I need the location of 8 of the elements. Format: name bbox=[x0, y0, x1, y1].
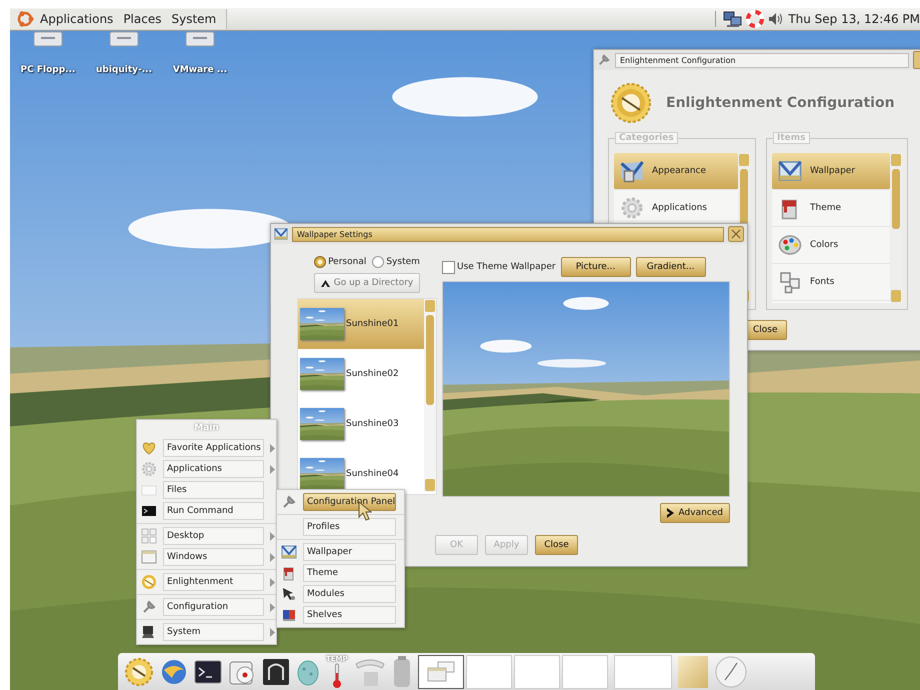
network-icon[interactable] bbox=[723, 10, 744, 28]
panel-menu[interactable]: Applications bbox=[36, 12, 118, 26]
ring-logo-icon bbox=[16, 10, 34, 28]
panel-menu[interactable]: Places bbox=[119, 12, 166, 26]
panel-menu[interactable]: System bbox=[167, 12, 220, 26]
speaker-icon[interactable] bbox=[767, 11, 784, 27]
clock[interactable]: Thu Sep 13, 12:46 PM bbox=[788, 12, 920, 26]
lifebuoy-icon[interactable] bbox=[746, 10, 764, 28]
